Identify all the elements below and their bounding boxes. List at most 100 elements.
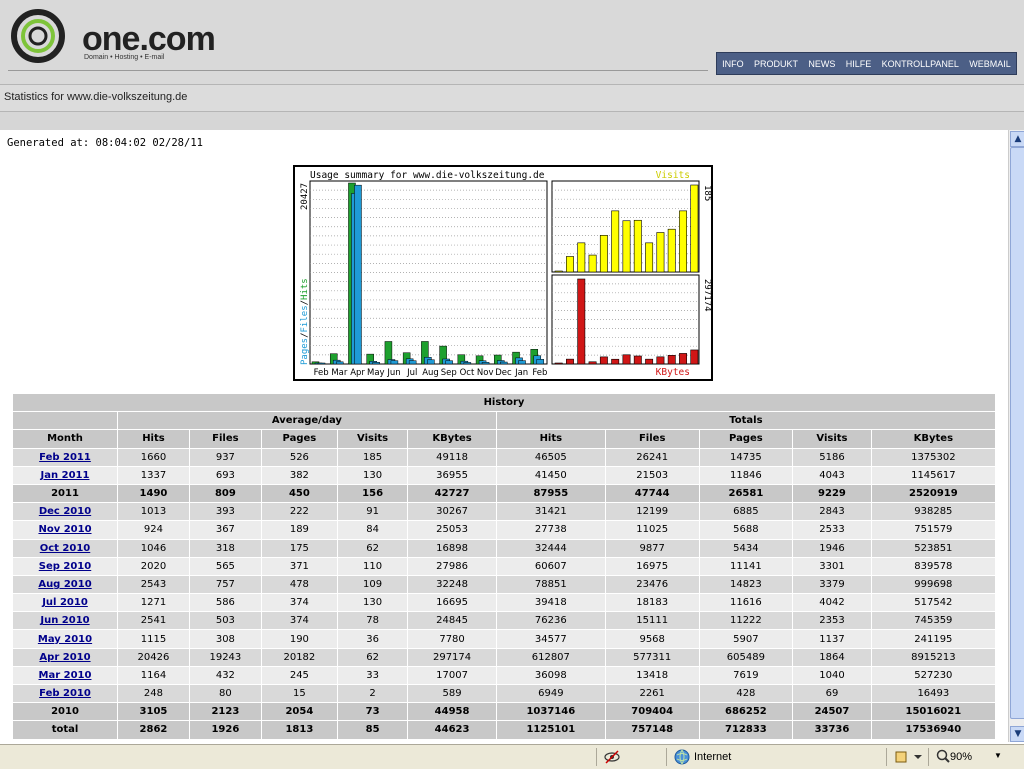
- x-tick-label: Oct: [460, 368, 475, 378]
- month-link[interactable]: Jun 2010: [40, 615, 89, 626]
- chart-title: Usage summary for www.die-volkszeitung.d…: [310, 170, 545, 181]
- month-link[interactable]: Jul 2010: [42, 597, 88, 608]
- table-cell: 3301: [792, 556, 872, 576]
- table-cell: 686252: [698, 702, 794, 722]
- table-cell: 49118: [407, 447, 497, 467]
- table-cell: 1013: [117, 502, 190, 522]
- x-tick-label: Jun: [386, 368, 400, 378]
- month-link[interactable]: Feb 2011: [39, 452, 91, 463]
- month-link[interactable]: Nov 2010: [38, 524, 91, 535]
- pages-bar: [481, 362, 490, 365]
- x-tick-label: Dec: [495, 368, 512, 378]
- month-link[interactable]: Oct 2010: [40, 543, 91, 554]
- scroll-down-arrow-icon[interactable]: ▼: [1010, 726, 1024, 742]
- nav-info[interactable]: INFO: [722, 59, 744, 69]
- scroll-up-arrow-icon[interactable]: ▲: [1010, 131, 1024, 147]
- axis-label-hits: Hits: [300, 278, 310, 300]
- nav-webmail[interactable]: WEBMAIL: [969, 59, 1011, 69]
- zoom-icon[interactable]: [936, 749, 950, 765]
- month-cell: Mar 2010: [12, 665, 118, 686]
- table-cell: 2261: [604, 683, 700, 704]
- table-cell: 25053: [407, 520, 497, 540]
- pages-bar: [427, 359, 435, 365]
- pages-bar: [372, 362, 380, 365]
- table-cell: 190: [260, 629, 338, 649]
- protected-mode-icon[interactable]: [894, 749, 924, 765]
- table-cell: 745359: [870, 611, 997, 631]
- scroll-thumb[interactable]: [1010, 147, 1024, 719]
- column-header: Pages: [260, 429, 338, 449]
- table-cell: 1337: [117, 465, 190, 485]
- month-link[interactable]: Feb 2010: [39, 688, 91, 699]
- month-link[interactable]: Dec 2010: [39, 506, 91, 517]
- site-logo[interactable]: one.com Domain • Hosting • E-mail: [8, 8, 218, 64]
- visits-bar: [554, 270, 563, 273]
- month-link[interactable]: Apr 2010: [39, 652, 90, 663]
- separator-strip: [0, 112, 1024, 130]
- table-cell: 11616: [698, 593, 794, 613]
- table-row: 2011 1490 809 450 156 42727 87955 47744 26581 922…: [12, 483, 997, 504]
- vertical-scrollbar[interactable]: ▲ ▼: [1008, 130, 1024, 742]
- history-table: History Average/day Totals Month Hits File…: [12, 392, 997, 740]
- table-cell: 393: [188, 502, 262, 522]
- pages-bar: [518, 360, 526, 365]
- table-cell: 248: [117, 683, 190, 704]
- table-row: Nov 2010 924 367 189 84 25053 27738 11025 5688 25…: [12, 520, 997, 540]
- zoom-dropdown-arrow-icon[interactable]: ▼: [994, 751, 1002, 760]
- visits-bar: [667, 228, 676, 273]
- table-cell: 110: [336, 556, 409, 576]
- table-cell: 1046: [117, 538, 190, 558]
- generated-timestamp: Generated at: 08:04:02 02/28/11: [7, 137, 203, 149]
- pages-bar: [335, 361, 344, 365]
- nav-news[interactable]: NEWS: [808, 59, 835, 69]
- nav-produkt[interactable]: PRODUKT: [754, 59, 798, 69]
- table-cell: 308: [188, 629, 262, 649]
- pages-bar: [354, 184, 362, 365]
- table-cell: 1375302: [870, 447, 997, 467]
- table-cell: 17536940: [870, 720, 997, 740]
- x-tick-label: Nov: [477, 368, 494, 378]
- kbytes-bar: [588, 361, 597, 365]
- table-cell: 32248: [407, 574, 497, 595]
- table-cell: 1926: [188, 720, 262, 740]
- column-header: Month: [12, 429, 118, 449]
- visits-bar: [633, 219, 642, 273]
- nav-hilfe[interactable]: HILFE: [846, 59, 872, 69]
- table-cell: 1813: [260, 720, 338, 740]
- month-link[interactable]: Mar 2010: [39, 670, 92, 681]
- table-cell: 1037146: [495, 702, 606, 722]
- visits-bar: [622, 220, 631, 273]
- month-link[interactable]: Aug 2010: [38, 579, 91, 590]
- table-cell: 938285: [870, 502, 997, 522]
- table-cell: 5907: [698, 629, 794, 649]
- zoom-level[interactable]: 90%: [950, 751, 972, 763]
- table-cell: 109: [336, 574, 409, 595]
- table-cell: 26241: [604, 447, 700, 467]
- privacy-icon[interactable]: [604, 749, 620, 765]
- pages-bar: [390, 360, 399, 365]
- table-cell: 60607: [495, 556, 606, 576]
- page-title: Statistics for www.die-volkszeitung.de: [4, 91, 188, 103]
- visits-panel-title: Visits: [656, 170, 690, 181]
- month-link[interactable]: Jan 2011: [41, 470, 90, 481]
- table-cell: 586: [188, 593, 262, 613]
- month-link[interactable]: May 2010: [38, 634, 92, 645]
- table-cell: 1946: [792, 538, 872, 558]
- table-cell: 6885: [698, 502, 794, 522]
- table-cell: 13418: [604, 665, 700, 686]
- table-cell: 2862: [117, 720, 190, 740]
- table-cell: 5186: [792, 447, 872, 467]
- visits-bar: [599, 235, 608, 273]
- visits-bar: [611, 210, 620, 273]
- table-cell: 21503: [604, 465, 700, 485]
- site-header: one.com Domain • Hosting • E-mail INFO P…: [0, 0, 1024, 84]
- main-content: Generated at: 08:04:02 02/28/11 Usage su…: [0, 130, 1008, 742]
- table-body: Feb 2011 1660 937 526 185 49118 46505 26241 1473…: [12, 447, 997, 740]
- browser-status-bar: Internet 90% ▼: [0, 744, 1024, 769]
- table-cell: 517542: [870, 593, 997, 613]
- month-link[interactable]: Sep 2010: [39, 561, 91, 572]
- nav-kontrollpanel[interactable]: KONTROLLPANEL: [882, 59, 959, 69]
- status-separator: [596, 748, 597, 766]
- table-cell: 2: [336, 683, 409, 704]
- x-tick-label: Aug: [422, 368, 439, 378]
